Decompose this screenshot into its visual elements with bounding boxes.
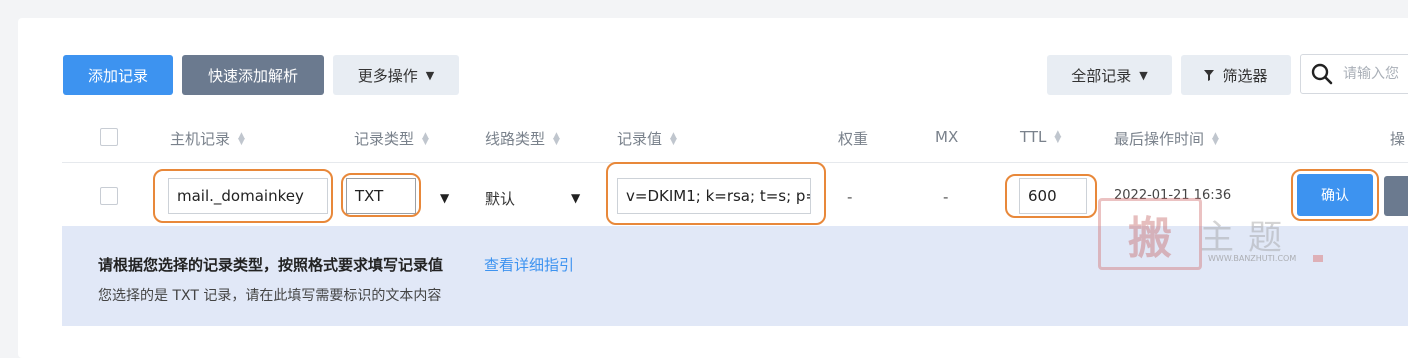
- quick-add-button[interactable]: 快速添加解析: [182, 55, 324, 95]
- select-all-checkbox[interactable]: [100, 128, 118, 146]
- filter-button[interactable]: 筛选器: [1181, 55, 1291, 95]
- watermark-text: 主题: [1200, 218, 1296, 258]
- header-actions: 操: [1390, 128, 1405, 149]
- header-mx-label: MX: [935, 128, 959, 146]
- filter-icon: [1204, 69, 1215, 81]
- header-line[interactable]: 线路类型 ▲ ▼: [485, 128, 560, 149]
- highlight-type: [341, 173, 421, 217]
- header-value[interactable]: 记录值 ▲ ▼: [617, 128, 677, 149]
- highlight-ttl: [1005, 174, 1097, 218]
- caret-down-icon: ▼: [425, 68, 435, 82]
- search-input[interactable]: [1341, 65, 1408, 83]
- add-record-button[interactable]: 添加记录: [63, 55, 173, 95]
- row-checkbox[interactable]: [100, 187, 118, 205]
- info-description: 您选择的是 TXT 记录，请在此填写需要标识的文本内容: [98, 288, 442, 304]
- header-last-modified[interactable]: 最后操作时间 ▲ ▼: [1114, 128, 1219, 149]
- watermark-seal: 搬: [1098, 198, 1202, 270]
- more-operations-label: 更多操作: [357, 66, 418, 85]
- all-records-label: 全部记录: [1071, 66, 1132, 85]
- sort-icon: ▲ ▼: [670, 130, 677, 147]
- search-box[interactable]: [1300, 54, 1408, 94]
- caret-down-icon: ▼: [1139, 68, 1148, 82]
- watermark-url: WWW.BANZHUTI.COM: [1208, 254, 1297, 263]
- header-weight: 权重: [838, 128, 868, 149]
- record-type-dropdown-icon[interactable]: ▼: [440, 191, 449, 205]
- cancel-button[interactable]: [1384, 176, 1408, 216]
- header-type[interactable]: 记录类型 ▲ ▼: [354, 128, 429, 149]
- sort-icon: ▲ ▼: [1054, 129, 1062, 145]
- header-weight-label: 权重: [838, 130, 869, 148]
- header-ttl-label: TTL: [1020, 128, 1047, 146]
- highlight-confirm: [1291, 169, 1379, 221]
- header-line-label: 线路类型: [485, 130, 546, 148]
- header-actions-label: 操: [1390, 130, 1406, 148]
- header-host[interactable]: 主机记录 ▲ ▼: [170, 128, 245, 149]
- weight-value: -: [847, 188, 853, 206]
- line-type-dropdown-icon[interactable]: ▼: [571, 191, 580, 205]
- header-mx: MX: [935, 128, 958, 146]
- filter-label: 筛选器: [1222, 66, 1268, 85]
- detailed-guide-link[interactable]: 查看详细指引: [484, 254, 574, 275]
- sort-icon: ▲ ▼: [553, 130, 560, 147]
- header-host-label: 主机记录: [170, 130, 231, 148]
- line-type-select[interactable]: 默认: [485, 188, 515, 209]
- info-title: 请根据您选择的记录类型，按照格式要求填写记录值: [98, 256, 444, 274]
- search-icon: [1311, 63, 1333, 85]
- header-type-label: 记录类型: [354, 130, 415, 148]
- header-value-label: 记录值: [617, 130, 663, 148]
- watermark-mark: [1313, 255, 1323, 262]
- highlight-host: [153, 169, 333, 223]
- sort-icon: ▲ ▼: [238, 130, 245, 147]
- more-operations-button[interactable]: 更多操作 ▼: [333, 55, 459, 95]
- header-last-modified-label: 最后操作时间: [1114, 130, 1205, 148]
- mx-value: -: [943, 188, 949, 206]
- highlight-value: [606, 162, 826, 225]
- header-ttl[interactable]: TTL ▲ ▼: [1020, 128, 1061, 146]
- sort-icon: ▲ ▼: [1212, 130, 1219, 147]
- sort-icon: ▲ ▼: [422, 130, 429, 147]
- all-records-button[interactable]: 全部记录 ▼: [1047, 55, 1172, 95]
